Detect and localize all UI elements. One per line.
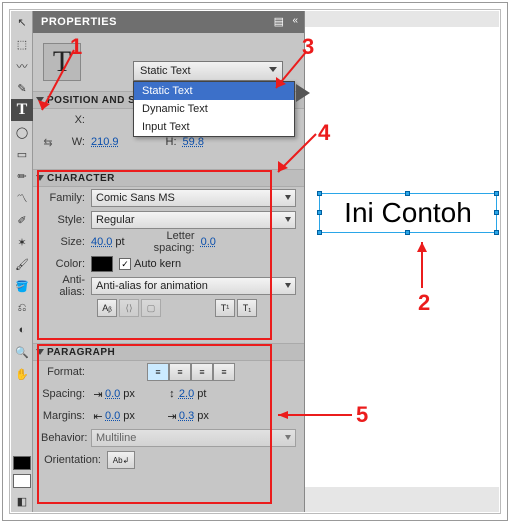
dropdown-option-dynamic[interactable]: Dynamic Text: [134, 100, 294, 118]
letter-spacing-label: Letter spacing:: [125, 230, 201, 254]
resize-handle[interactable]: [317, 210, 322, 215]
format-label: Format:: [41, 366, 91, 378]
align-justify-button[interactable]: ≡: [213, 363, 235, 381]
toolbar: ↖ ⬚ 〰 ✎ T ◯ ▭ ✏ 〽 ✐ ✶ 🖌 🪣 ⎌ ◐ 🔍 ✋ ◧: [11, 11, 33, 512]
text-tool[interactable]: T: [11, 99, 33, 121]
hand-tool[interactable]: ✋: [11, 363, 33, 385]
brush-tool[interactable]: 〽: [11, 187, 33, 209]
color-swatch[interactable]: [91, 256, 113, 272]
html-button[interactable]: ⟨⟩: [119, 299, 139, 317]
orientation-button[interactable]: Ab↲: [107, 451, 135, 469]
text-object-content: Ini Contoh: [344, 197, 472, 229]
deco-tool[interactable]: ✐: [11, 209, 33, 231]
align-right-button[interactable]: ≡: [191, 363, 213, 381]
resize-handle[interactable]: [494, 210, 499, 215]
lasso-tool[interactable]: 〰: [11, 55, 33, 77]
family-label: Family:: [41, 192, 91, 204]
subselect-tool[interactable]: ⬚: [11, 33, 33, 55]
margin2-value[interactable]: 0.3: [179, 410, 194, 422]
orientation-label: Orientation:: [41, 454, 107, 466]
spacing1-value[interactable]: 0.0: [105, 388, 120, 400]
pen-tool[interactable]: ✎: [11, 77, 33, 99]
eraser-tool[interactable]: ◐: [11, 319, 33, 341]
resize-handle[interactable]: [405, 230, 410, 235]
oval-tool[interactable]: ◯: [11, 121, 33, 143]
panel-menu-icon[interactable]: ▤: [274, 15, 284, 28]
selectable-button[interactable]: Aᵦ: [97, 299, 117, 317]
text-type-selected: Static Text: [140, 65, 191, 77]
font-style-dropdown[interactable]: Regular: [91, 211, 296, 229]
selection-tool[interactable]: ↖: [11, 11, 33, 33]
color-label: Color:: [41, 258, 91, 270]
dropdown-option-input[interactable]: Input Text: [134, 118, 294, 136]
annotation-2: 2: [418, 290, 430, 316]
annotation-5: 5: [356, 402, 368, 428]
bone-tool[interactable]: ✶: [11, 231, 33, 253]
border-button[interactable]: ▢: [141, 299, 161, 317]
swap-colors-icon[interactable]: ◧: [11, 490, 33, 512]
annotation-4: 4: [318, 120, 330, 146]
width-value[interactable]: 210.9: [91, 136, 119, 148]
size-label: Size:: [41, 236, 91, 248]
behavior-dropdown[interactable]: Multiline: [91, 429, 296, 447]
canvas-area[interactable]: Ini Contoh: [305, 11, 499, 512]
annotation-3: 3: [302, 34, 314, 60]
foreground-swatch[interactable]: [13, 456, 31, 470]
resize-handle[interactable]: [494, 191, 499, 196]
font-family-dropdown[interactable]: Comic Sans MS: [91, 189, 296, 207]
autokern-label: Auto kern: [134, 258, 181, 270]
resize-handle[interactable]: [317, 191, 322, 196]
spacing2-value[interactable]: 2.0: [179, 388, 194, 400]
size-value[interactable]: 40.0: [91, 236, 112, 248]
paintbrush-tool[interactable]: 🖌: [11, 253, 33, 275]
behavior-label: Behavior:: [41, 432, 91, 444]
resize-handle[interactable]: [317, 230, 322, 235]
margin-right-icon: ⇥: [165, 410, 179, 423]
antialias-dropdown[interactable]: Anti-alias for animation: [91, 277, 296, 295]
text-object[interactable]: Ini Contoh: [319, 193, 497, 233]
bucket-tool[interactable]: 🪣: [11, 275, 33, 297]
subscript-button[interactable]: T₁: [237, 299, 257, 317]
section-character-header[interactable]: CHARACTER: [33, 169, 304, 187]
antialias-label: Anti-alias:: [41, 274, 91, 298]
rect-tool[interactable]: ▭: [11, 143, 33, 165]
zoom-tool[interactable]: 🔍: [11, 341, 33, 363]
align-left-button[interactable]: ≡: [147, 363, 169, 381]
margins-label: Margins:: [41, 410, 91, 422]
text-type-dropdown[interactable]: Static Text: [133, 61, 283, 81]
section-paragraph-header[interactable]: PARAGRAPH: [33, 343, 304, 361]
resize-handle[interactable]: [494, 230, 499, 235]
autokern-checkbox[interactable]: ✓: [119, 258, 131, 270]
resize-handle[interactable]: [405, 191, 410, 196]
eyedrop-tool[interactable]: ⎌: [11, 297, 33, 319]
lock-icon[interactable]: ⇆: [41, 136, 55, 149]
panel-header: PROPERTIES: [33, 11, 304, 33]
background-swatch[interactable]: [13, 474, 31, 488]
linespace-icon: ↕: [165, 388, 179, 400]
annotation-1: 1: [70, 34, 82, 60]
size-unit: pt: [115, 236, 124, 248]
align-center-button[interactable]: ≡: [169, 363, 191, 381]
margin1-value[interactable]: 0.0: [105, 410, 120, 422]
spacing-label: Spacing:: [41, 388, 91, 400]
pencil-tool[interactable]: ✏: [11, 165, 33, 187]
panel-collapse-icon[interactable]: «: [292, 15, 298, 26]
height-value[interactable]: 59.8: [183, 136, 204, 148]
h-label: H:: [159, 136, 183, 148]
w-label: W:: [55, 136, 91, 148]
superscript-button[interactable]: T¹: [215, 299, 235, 317]
style-label: Style:: [41, 214, 91, 226]
letter-spacing-value[interactable]: 0.0: [201, 236, 216, 248]
indent-icon: ⇥: [91, 388, 105, 401]
margin-left-icon: ⇤: [91, 410, 105, 423]
